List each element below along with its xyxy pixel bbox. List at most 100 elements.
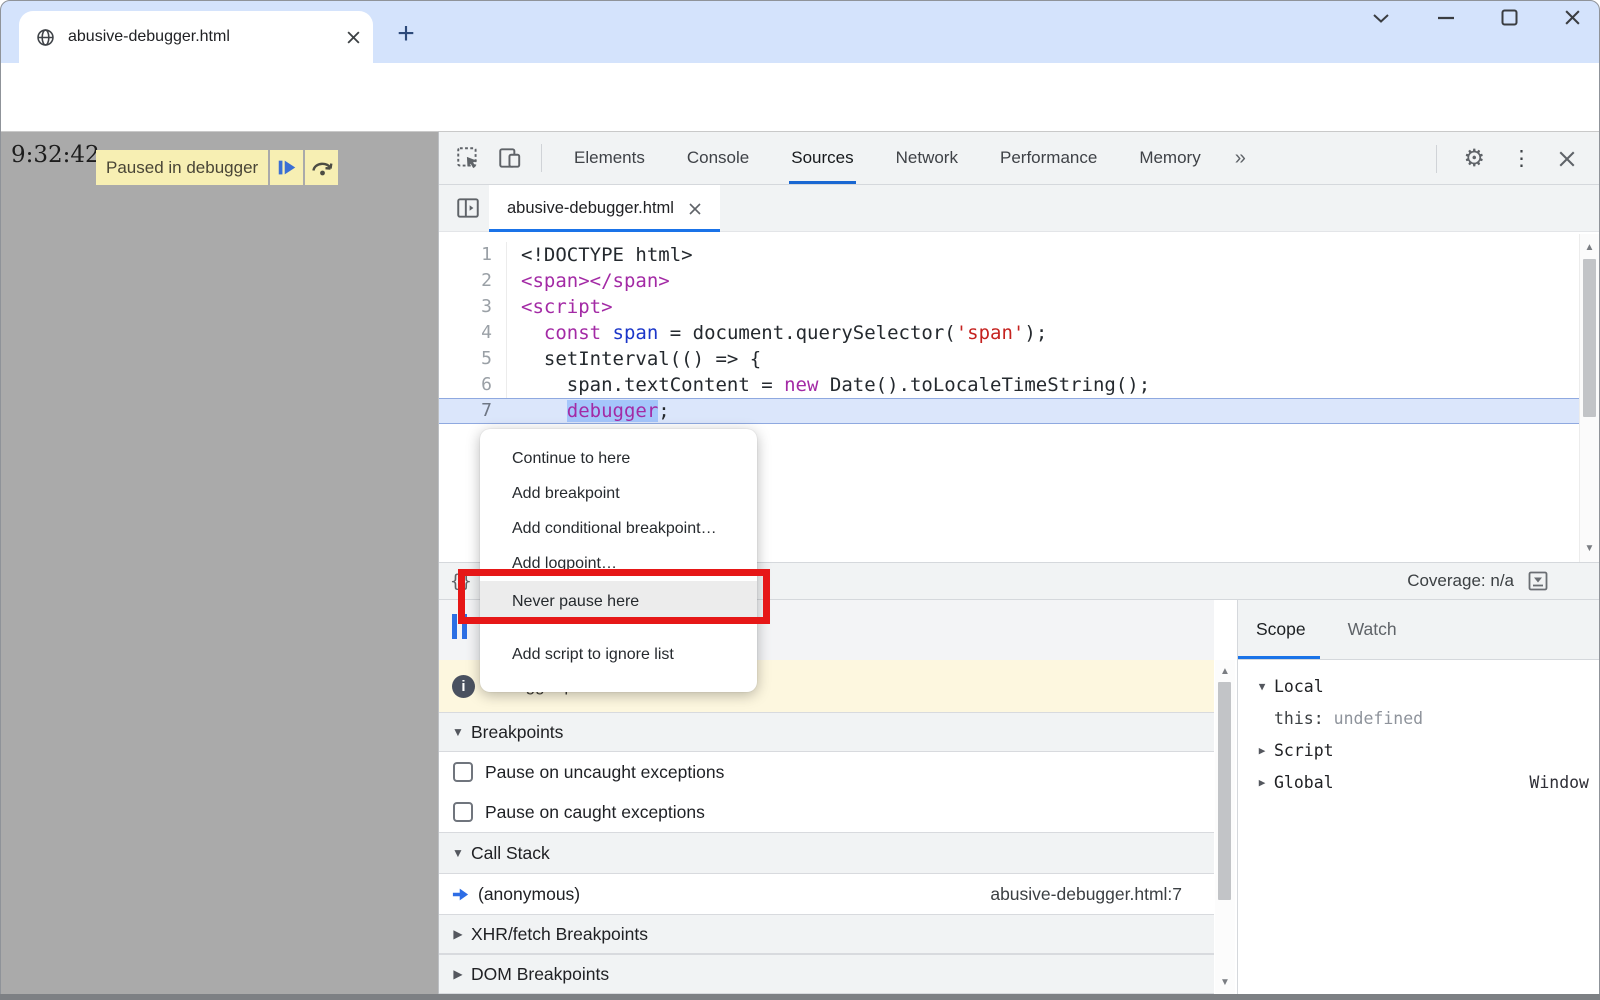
minimize-icon[interactable] (1437, 16, 1455, 20)
current-frame-arrow-icon (451, 885, 470, 904)
line-number[interactable]: 3 (439, 294, 507, 320)
code-line[interactable]: 4 const span = document.querySelector('s… (439, 320, 1580, 346)
caret-right-icon[interactable]: ▶ (445, 927, 471, 941)
file-tab-abusive-debugger[interactable]: abusive-debugger.html (489, 185, 720, 232)
coverage-icon[interactable] (1526, 569, 1550, 593)
scroll-down-icon[interactable]: ▼ (1580, 543, 1599, 554)
scope-script-row[interactable]: ▶ Script (1238, 734, 1600, 766)
tab-performance[interactable]: Performance (1000, 132, 1097, 184)
call-stack-section-header[interactable]: ▼ Call Stack (439, 832, 1214, 874)
pause-caught-checkbox[interactable] (453, 802, 473, 822)
pause-caught-row[interactable]: Pause on caught exceptions (439, 792, 1214, 832)
sidebar-scrollbar[interactable]: ▲ ▼ (1215, 660, 1235, 994)
scope-value: undefined (1334, 709, 1423, 728)
globe-favicon-icon (35, 27, 56, 48)
window-controls (1371, 9, 1581, 26)
code-lines: 1<!DOCTYPE html> 2<span></span> 3<script… (439, 242, 1580, 424)
tab-network[interactable]: Network (896, 132, 958, 184)
caret-down-icon[interactable]: ▼ (445, 846, 471, 860)
line-number[interactable]: 4 (439, 320, 507, 346)
tab-console[interactable]: Console (687, 132, 749, 184)
line-number[interactable]: 1 (439, 242, 507, 268)
browser-window: abusive-debugger.html + ⓘ File C:/Users/… (0, 0, 1600, 1000)
coverage-label: Coverage: n/a (1407, 571, 1514, 591)
annotation-highlight-rect (458, 569, 770, 624)
file-tab-close-icon[interactable] (688, 202, 702, 216)
close-window-icon[interactable] (1564, 9, 1581, 26)
menu-item-add-conditional-breakpoint[interactable]: Add conditional breakpoint… (480, 511, 757, 546)
scope-local-row[interactable]: ▼ Local (1238, 670, 1600, 702)
line-number[interactable]: 7 (439, 398, 507, 424)
pause-uncaught-row[interactable]: Pause on uncaught exceptions (439, 752, 1214, 792)
paused-banner-label: Paused in debugger (96, 150, 268, 185)
tab-scope[interactable]: Scope (1256, 600, 1306, 659)
line-number[interactable]: 2 (439, 268, 507, 294)
debugger-keyword-selected: debugger (567, 400, 659, 422)
more-tabs-icon[interactable]: » (1235, 147, 1246, 170)
breakpoints-section-header[interactable]: ▼ Breakpoints (439, 712, 1214, 752)
browser-tab[interactable]: abusive-debugger.html (19, 11, 373, 63)
step-over-button[interactable] (305, 150, 338, 185)
scope-tree: ▼ Local this: undefined ▶ Script ▶ Gl (1238, 660, 1600, 798)
resume-script-button[interactable] (270, 150, 303, 185)
new-tab-button[interactable]: + (391, 19, 421, 49)
code-line[interactable]: 3<script> (439, 294, 1580, 320)
devtools-menu-dots-icon[interactable]: ⋮ (1511, 146, 1532, 171)
navigator-toggle-icon[interactable] (455, 195, 481, 221)
call-stack-frame[interactable]: (anonymous) abusive-debugger.html:7 (439, 874, 1214, 914)
code-line[interactable]: 2<span></span> (439, 268, 1580, 294)
tab-elements[interactable]: Elements (574, 132, 645, 184)
maximize-icon[interactable] (1501, 9, 1518, 26)
line-number[interactable]: 6 (439, 372, 507, 398)
scroll-up-icon[interactable]: ▲ (1215, 666, 1235, 677)
caret-right-icon[interactable]: ▶ (445, 967, 471, 981)
scrollbar-thumb[interactable] (1218, 682, 1231, 900)
devtools-panel: Elements Console Sources Network Perform… (438, 131, 1600, 995)
caret-right-icon[interactable]: ▶ (1250, 744, 1274, 757)
tab-strip: abusive-debugger.html + (1, 1, 1599, 63)
tab-memory[interactable]: Memory (1139, 132, 1200, 184)
code-line-paused[interactable]: 7 debugger; (439, 398, 1580, 424)
pause-uncaught-checkbox[interactable] (453, 762, 473, 782)
devtools-settings-gear-icon[interactable]: ⚙ (1463, 147, 1485, 171)
editor-context-menu: Continue to here Add breakpoint Add cond… (480, 429, 757, 692)
scope-global-row[interactable]: ▶ Global Window (1238, 766, 1600, 798)
tab-title: abusive-debugger.html (68, 28, 346, 46)
editor-scrollbar[interactable]: ▲ ▼ (1579, 234, 1599, 562)
device-toolbar-icon[interactable] (497, 145, 523, 171)
code-line[interactable]: 1<!DOCTYPE html> (439, 242, 1580, 268)
tab-close-icon[interactable] (346, 30, 361, 45)
scroll-down-icon[interactable]: ▼ (1215, 977, 1235, 988)
scroll-up-icon[interactable]: ▲ (1580, 242, 1599, 253)
page-viewport: 9:32:42 . Paused in debugger (1, 131, 438, 995)
dom-breakpoints-section-header[interactable]: ▶ DOM Breakpoints (439, 954, 1214, 994)
file-tab-label: abusive-debugger.html (507, 199, 674, 218)
sources-file-bar: abusive-debugger.html (439, 185, 1600, 232)
xhr-breakpoints-section-header[interactable]: ▶ XHR/fetch Breakpoints (439, 914, 1214, 954)
code-line[interactable]: 6 span.textContent = new Date().toLocale… (439, 372, 1580, 398)
tab-search-chevron-icon[interactable] (1371, 12, 1391, 24)
devtools-close-icon[interactable] (1558, 150, 1576, 168)
scrollbar-thumb[interactable] (1583, 259, 1596, 417)
toolbar-separator (1436, 145, 1437, 173)
devtools-tabs: Elements Console Sources Network Perform… (574, 132, 1201, 184)
scope-pane-tabs: Scope Watch (1238, 600, 1600, 660)
paused-in-debugger-banner: Paused in debugger (96, 150, 338, 185)
info-icon: i (452, 675, 475, 698)
caret-down-icon[interactable]: ▼ (445, 725, 471, 739)
inspect-element-icon[interactable] (455, 145, 481, 171)
menu-item-add-script-to-ignore-list[interactable]: Add script to ignore list (480, 637, 757, 672)
scope-global-value: Window (1529, 773, 1589, 792)
line-number[interactable]: 5 (439, 346, 507, 372)
caret-down-icon[interactable]: ▼ (1250, 680, 1274, 693)
code-line[interactable]: 5 setInterval(() => { (439, 346, 1580, 372)
tab-watch[interactable]: Watch (1348, 600, 1397, 659)
menu-spacer (480, 623, 757, 637)
frame-name: (anonymous) (478, 884, 580, 905)
menu-item-add-breakpoint[interactable]: Add breakpoint (480, 476, 757, 511)
screen: abusive-debugger.html + ⓘ File C:/Users/… (0, 0, 1600, 1000)
scope-this-row[interactable]: this: undefined (1238, 702, 1600, 734)
menu-item-continue-to-here[interactable]: Continue to here (480, 441, 757, 476)
tab-sources[interactable]: Sources (791, 132, 853, 184)
caret-right-icon[interactable]: ▶ (1250, 776, 1274, 789)
